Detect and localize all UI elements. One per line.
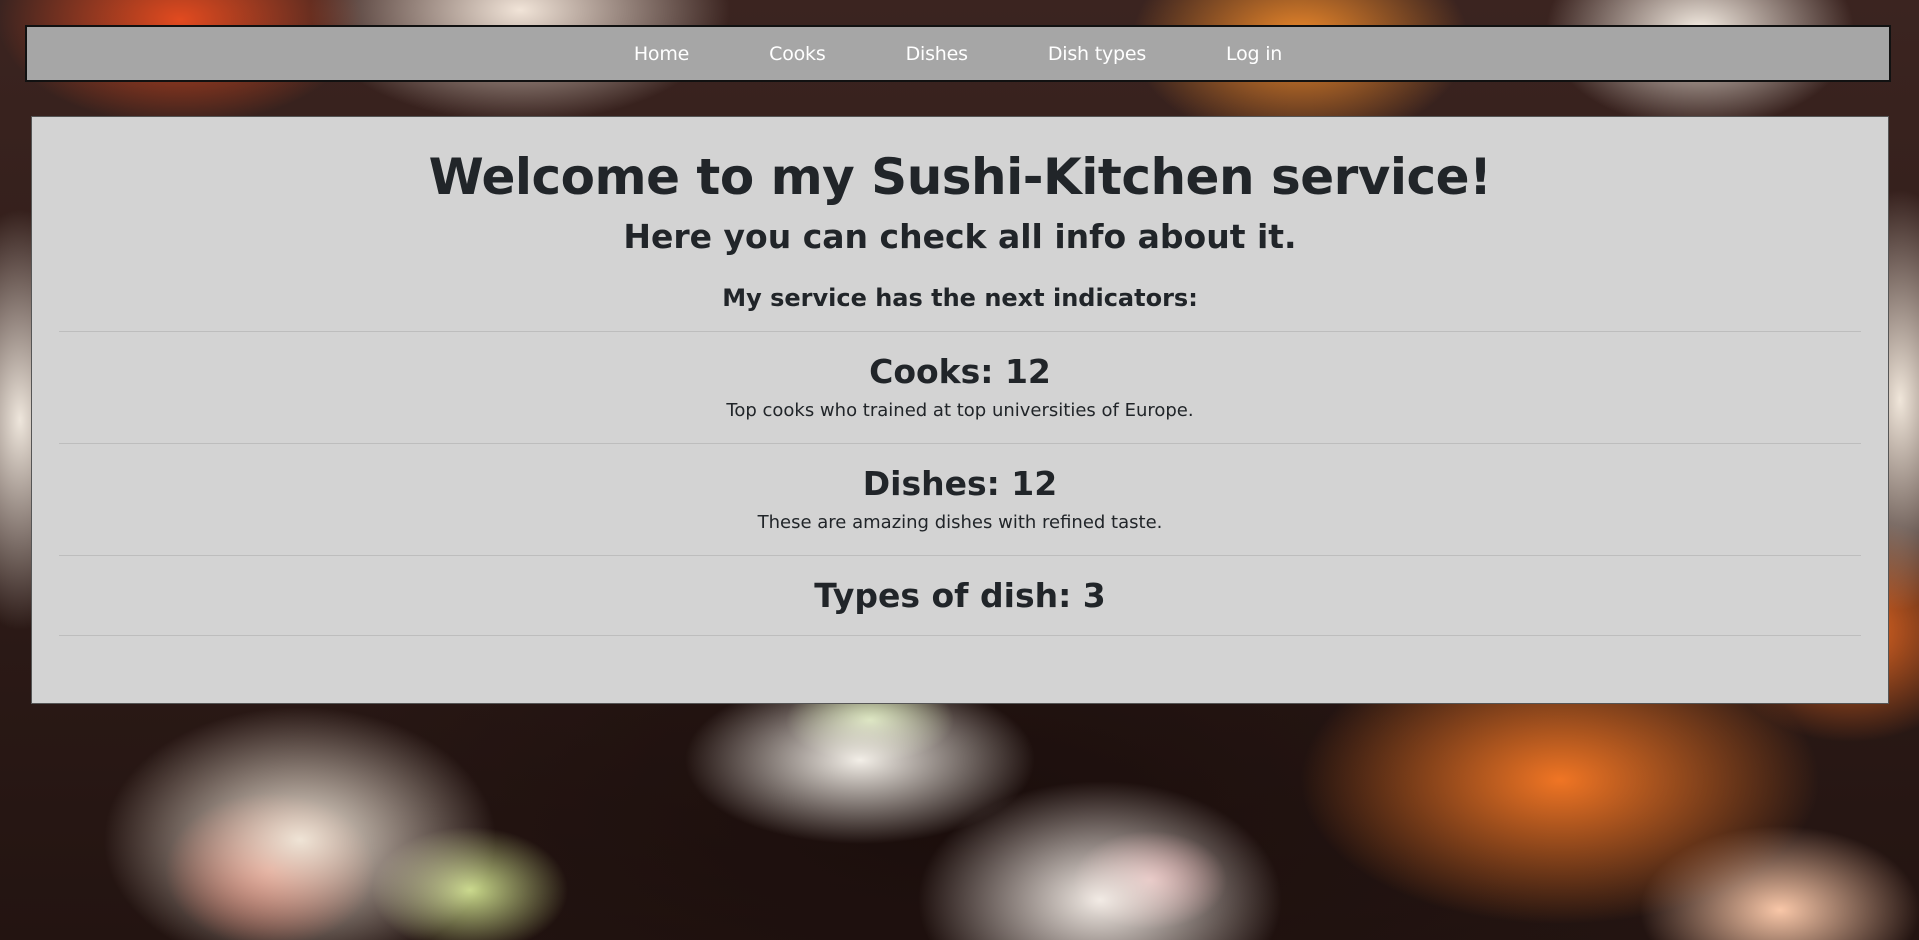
top-navbar: Home Cooks Dishes Dish types Log in	[25, 25, 1891, 82]
nav-link-home[interactable]: Home	[594, 35, 729, 73]
nav-item-cooks: Cooks	[729, 35, 865, 73]
nav-link-dish-types[interactable]: Dish types	[1008, 35, 1186, 73]
indicator-dishes-heading: Dishes: 12	[862, 463, 1058, 503]
indicator-dish-types-heading: Types of dish: 3	[814, 575, 1106, 615]
nav-link-cooks[interactable]: Cooks	[729, 35, 865, 73]
indicator-cooks-heading: Cooks: 12	[869, 351, 1051, 391]
page-title: Welcome to my Sushi-Kitchen service!	[428, 148, 1492, 206]
nav-item-log-in: Log in	[1186, 35, 1322, 73]
indicator-dishes: Dishes: 12 These are amazing dishes with…	[59, 444, 1861, 556]
nav-list: Home Cooks Dishes Dish types Log in	[594, 35, 1322, 73]
indicator-dish-types: Types of dish: 3	[59, 556, 1861, 637]
nav-link-log-in[interactable]: Log in	[1186, 35, 1322, 73]
nav-item-dishes: Dishes	[866, 35, 1008, 73]
main-content-panel: Welcome to my Sushi-Kitchen service! Her…	[31, 116, 1889, 704]
indicators-list: Cooks: 12 Top cooks who trained at top u…	[59, 330, 1861, 637]
indicator-dishes-description: These are amazing dishes with refined ta…	[757, 512, 1163, 534]
nav-item-home: Home	[594, 35, 729, 73]
nav-item-dish-types: Dish types	[1008, 35, 1186, 73]
page-subtitle: Here you can check all info about it.	[623, 216, 1297, 256]
indicator-cooks: Cooks: 12 Top cooks who trained at top u…	[59, 332, 1861, 444]
indicators-intro: My service has the next indicators:	[722, 284, 1198, 313]
nav-link-dishes[interactable]: Dishes	[866, 35, 1008, 73]
indicator-cooks-description: Top cooks who trained at top universitie…	[726, 400, 1194, 422]
